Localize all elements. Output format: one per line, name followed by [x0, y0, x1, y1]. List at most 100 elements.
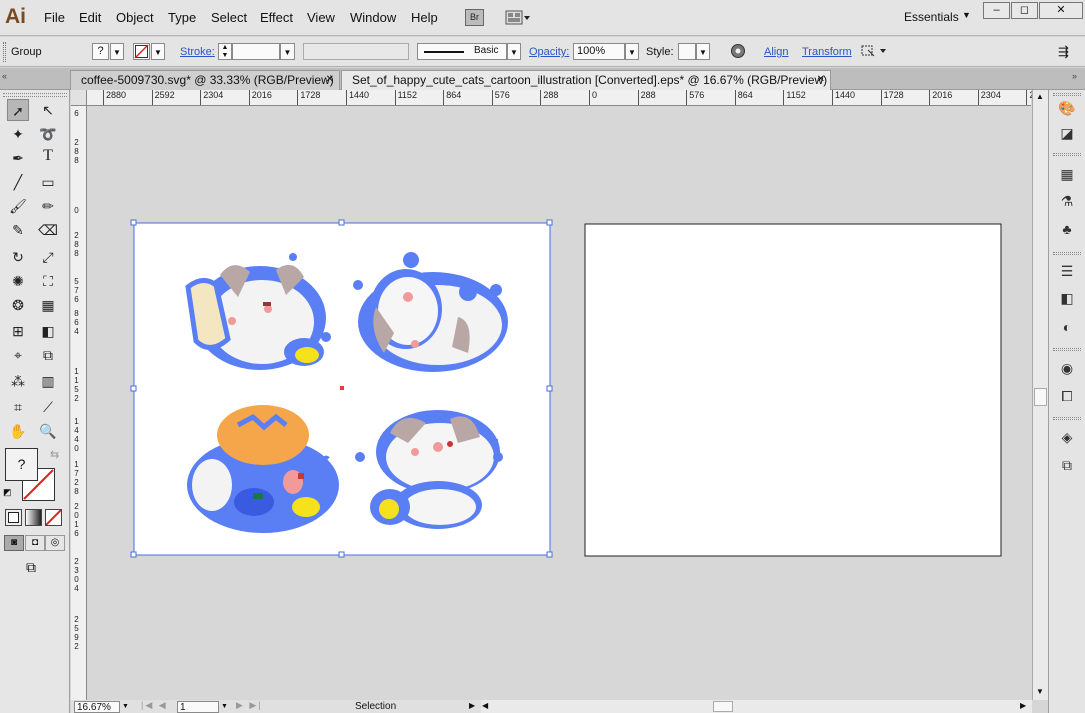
grip-icon[interactable] — [3, 42, 6, 62]
artboard-number-input[interactable]: 1 — [177, 701, 219, 713]
menu-help[interactable]: Help — [411, 10, 438, 25]
brush-dropdown[interactable]: ▼ — [507, 43, 521, 60]
stroke-weight-dropdown[interactable]: ▼ — [280, 43, 295, 60]
screen-mode-icon[interactable]: ⧉ — [20, 559, 42, 575]
layers-panel-icon[interactable]: ◈ — [1057, 427, 1077, 447]
transparency-panel-icon[interactable]: ◐ — [1057, 317, 1077, 337]
stroke-dropdown[interactable]: ▼ — [151, 43, 165, 60]
canvas-area[interactable] — [88, 107, 1031, 699]
color-panel-icon[interactable]: 🎨 — [1057, 98, 1077, 118]
blend-tool-icon[interactable]: ⧉ — [37, 344, 59, 366]
brush-definition[interactable]: Basic — [417, 43, 507, 60]
menu-type[interactable]: Type — [168, 10, 196, 25]
scroll-down-icon[interactable]: ▼ — [1036, 687, 1044, 696]
close-button[interactable]: ✕ — [1039, 2, 1083, 19]
collapse-panels-icon[interactable]: « — [2, 71, 7, 81]
line-tool-icon[interactable]: ╱ — [7, 171, 29, 193]
fill-swatch[interactable]: ? — [92, 43, 109, 60]
none-mode-button[interactable] — [45, 509, 62, 526]
menu-object[interactable]: Object — [116, 10, 154, 25]
arrange-documents-button[interactable] — [505, 9, 532, 26]
isolate-group-button[interactable] — [860, 43, 888, 59]
scroll-up-icon[interactable]: ▲ — [1036, 92, 1044, 101]
grip-icon[interactable] — [1053, 252, 1081, 255]
swap-fill-stroke-icon[interactable]: ⇆ — [50, 448, 59, 461]
restore-button[interactable]: ◻ — [1011, 2, 1038, 19]
opacity-dropdown[interactable]: ▼ — [625, 43, 639, 60]
artboard-2[interactable] — [584, 223, 1002, 557]
paintbrush-tool-icon[interactable]: 🖌 — [7, 195, 29, 217]
grip-icon[interactable] — [1053, 348, 1081, 351]
artboard-dropdown[interactable]: ▼ — [219, 701, 230, 713]
direct-selection-tool-icon[interactable]: ↖ — [37, 99, 59, 121]
stroke-swatch[interactable] — [133, 43, 150, 60]
draw-normal-icon[interactable]: ◙ — [4, 535, 24, 551]
grip-icon[interactable] — [1053, 153, 1081, 156]
stroke-weight-input[interactable] — [232, 43, 280, 60]
zoom-tool-icon[interactable]: 🔍 — [37, 420, 59, 442]
brushes-panel-icon[interactable]: ⚗ — [1057, 191, 1077, 211]
transform-link[interactable]: Transform — [802, 46, 852, 58]
recolor-artwork-button[interactable] — [730, 43, 746, 59]
scroll-left-icon[interactable]: ◀ — [482, 701, 488, 710]
menu-edit[interactable]: Edit — [79, 10, 101, 25]
vertical-scroll-thumb[interactable] — [1034, 388, 1047, 406]
gradient-mode-button[interactable] — [25, 509, 42, 526]
warp-tool-icon[interactable]: ✺ — [7, 270, 29, 292]
lasso-tool-icon[interactable]: ➰ — [37, 123, 59, 145]
menu-window[interactable]: Window — [350, 10, 396, 25]
draw-inside-icon[interactable]: ◎ — [45, 535, 65, 551]
magic-wand-tool-icon[interactable]: ✦ — [7, 123, 29, 145]
eraser-tool-icon[interactable]: ⌫ — [37, 219, 59, 241]
bridge-button[interactable]: Br — [465, 9, 484, 26]
stroke-link[interactable]: Stroke: — [180, 46, 215, 58]
eyedropper-tool-icon[interactable]: ⌖ — [7, 344, 29, 366]
symbol-sprayer-tool-icon[interactable]: ⁂ — [7, 370, 29, 392]
first-prev-artboard-icon[interactable]: |◀ ◀ — [141, 700, 168, 711]
stroke-panel-icon[interactable]: ☰ — [1057, 261, 1077, 281]
gradient-tool-icon[interactable]: ◧ — [37, 320, 59, 342]
next-last-artboard-icon[interactable]: ▶ ▶| — [236, 700, 263, 711]
graphic-style-swatch[interactable] — [678, 43, 696, 60]
fill-color-box[interactable]: ? — [5, 448, 38, 481]
vertical-ruler[interactable]: 62880288576864115214401728201623042592 — [71, 106, 87, 700]
default-fill-stroke-icon[interactable]: ◩ — [3, 487, 15, 499]
pen-tool-icon[interactable]: ✒ — [7, 147, 29, 169]
fill-dropdown[interactable]: ▼ — [110, 43, 124, 60]
menu-view[interactable]: View — [307, 10, 335, 25]
zoom-input[interactable]: 16.67% — [74, 701, 120, 713]
grip-icon[interactable] — [3, 93, 67, 97]
expand-panels-icon[interactable]: » — [1072, 71, 1077, 81]
opacity-link[interactable]: Opacity: — [529, 46, 569, 58]
slice-tool-icon[interactable]: ⟋ — [37, 396, 59, 418]
artboards-panel-icon[interactable]: ⧉ — [1057, 455, 1077, 475]
shape-builder-tool-icon[interactable]: ❂ — [7, 294, 29, 316]
column-graph-tool-icon[interactable]: ▥ — [37, 370, 59, 392]
panel-menu-icon[interactable]: ⇶ — [1058, 44, 1069, 60]
swatches-panel-icon[interactable]: ▦ — [1057, 164, 1077, 184]
gradient-panel-icon[interactable]: ◧ — [1057, 288, 1077, 308]
menu-file[interactable]: File — [44, 10, 65, 25]
grip-icon[interactable] — [1053, 93, 1081, 96]
pencil-tool-icon[interactable]: ✏ — [37, 195, 59, 217]
tab-happy-cats[interactable]: Set_of_happy_cute_cats_cartoon_illustrat… — [341, 70, 831, 90]
hand-tool-icon[interactable]: ✋ — [7, 420, 29, 442]
free-transform-tool-icon[interactable]: ⛶ — [37, 270, 59, 292]
draw-behind-icon[interactable]: ◘ — [25, 535, 45, 551]
artboard-tool-icon[interactable]: ⌗ — [7, 396, 29, 418]
chevron-down-icon[interactable]: ▼ — [962, 10, 971, 20]
style-dropdown[interactable]: ▼ — [696, 43, 710, 60]
color-mode-button[interactable] — [5, 509, 22, 526]
opacity-input[interactable]: 100% — [573, 43, 625, 60]
perspective-grid-tool-icon[interactable]: ▦ — [37, 294, 59, 316]
grip-icon[interactable] — [1053, 417, 1081, 420]
workspace-switcher[interactable]: Essentials — [904, 10, 959, 24]
scroll-right-icon[interactable]: ▶ — [1020, 701, 1026, 710]
rotate-tool-icon[interactable]: ↻ — [7, 246, 29, 268]
current-tool-status[interactable]: Selection — [355, 701, 396, 712]
zoom-dropdown[interactable]: ▼ — [120, 701, 131, 713]
graphic-styles-icon[interactable]: ⧠ — [1057, 386, 1077, 406]
symbols-panel-icon[interactable]: ♣ — [1057, 219, 1077, 239]
vertical-scrollbar[interactable]: ▲ ▼ — [1032, 90, 1048, 700]
ruler-origin[interactable] — [71, 90, 87, 105]
